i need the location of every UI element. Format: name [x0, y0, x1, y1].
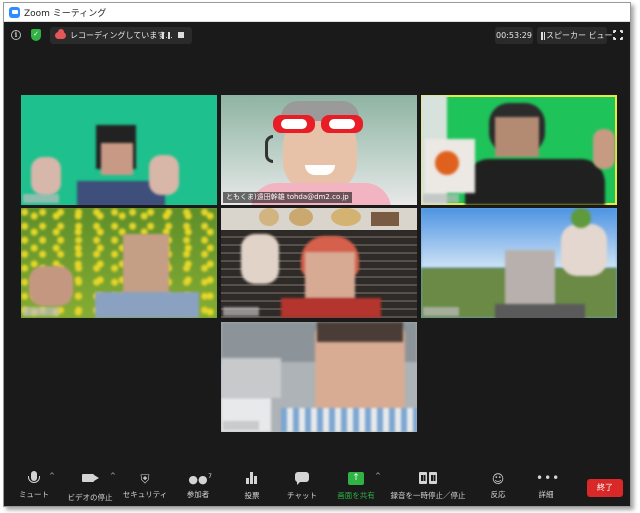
participant-name-tag [223, 421, 259, 430]
video-tile-2[interactable]: ともくま)遠田幹雄 tohda@dm2.co.jp [221, 95, 417, 205]
video-tile-1[interactable] [21, 95, 217, 205]
participant-name-tag: ともくま)遠田幹雄 tohda@dm2.co.jp [223, 192, 352, 203]
view-switch-button[interactable]: スピーカー ビュー [537, 27, 613, 44]
chat-bubble-icon [292, 472, 312, 488]
more-dots-icon: ••• [536, 471, 561, 485]
participant-name-tag [23, 194, 59, 203]
participant-name-tag [423, 194, 459, 203]
pause-stop-recording-button[interactable]: 録音を一時停止／停止 [390, 470, 466, 504]
video-camera-icon [80, 474, 100, 490]
video-tile-5[interactable] [221, 208, 417, 318]
more-label: 詳細 [538, 490, 554, 499]
recording-text: レコーディングしています... [70, 31, 173, 40]
meeting-top-bar: i ✓ レコーディングしています... 00:53:29 スピーカー ビュー [4, 22, 630, 50]
chat-button[interactable]: チャット [274, 470, 330, 504]
zoom-window: Zoom ミーティング i ✓ レコーディングしています... 00:53:29… [3, 2, 631, 507]
title-bar: Zoom ミーティング [4, 3, 630, 22]
participants-count: 7 [208, 473, 212, 480]
participant-name-tag [223, 307, 259, 316]
encryption-shield-icon[interactable]: ✓ [31, 29, 41, 41]
security-shield-icon: ⛨ [140, 472, 150, 486]
meeting-area: i ✓ レコーディングしています... 00:53:29 スピーカー ビュー と… [4, 22, 630, 506]
security-label: セキュリティ [122, 490, 168, 499]
poll-bar-chart-icon [242, 472, 262, 488]
stop-recording-icon[interactable] [178, 32, 184, 38]
view-grid-icon [541, 31, 545, 40]
meeting-toolbar: ミュート ^ ビデオの停止 ^ ⛨ セキュリティ ●● 7 参加者 投票 チャッ… [4, 466, 630, 506]
stop-video-label: ビデオの停止 [67, 493, 113, 502]
recording-controls-icon [418, 472, 438, 488]
smiley-reaction-icon: ☺ [491, 472, 505, 486]
participant-name-tag [23, 307, 59, 316]
video-tile-4[interactable] [21, 208, 217, 318]
recording-indicator: レコーディングしています... [50, 27, 192, 44]
video-tile-7[interactable] [221, 322, 417, 432]
share-screen-icon: ↑ [346, 472, 366, 488]
pause-stop-recording-label: 録音を一時停止／停止 [390, 491, 466, 500]
participants-button[interactable]: ●● 7 参加者 [170, 470, 226, 504]
more-button[interactable]: ••• 詳細 [518, 470, 574, 504]
video-tile-3-active-speaker[interactable] [421, 95, 617, 205]
video-tile-6[interactable] [421, 208, 617, 318]
window-title: Zoom ミーティング [24, 8, 107, 19]
security-button[interactable]: ⛨ セキュリティ [117, 470, 173, 504]
polling-label: 投票 [244, 491, 260, 500]
share-options-caret-icon[interactable]: ^ [375, 472, 381, 480]
info-icon[interactable]: i [11, 30, 21, 40]
fullscreen-icon[interactable] [612, 29, 624, 41]
video-options-caret-icon[interactable]: ^ [110, 472, 116, 480]
share-screen-label: 画面を共有 [337, 491, 375, 500]
microphone-icon [24, 471, 44, 487]
mute-label: ミュート [19, 490, 49, 499]
polling-button[interactable]: 投票 [224, 470, 280, 504]
audio-options-caret-icon[interactable]: ^ [49, 472, 55, 480]
participants-icon: ●● 7 [188, 471, 212, 487]
view-label: スピーカー ビュー [546, 31, 613, 40]
pause-recording-icon[interactable] [162, 32, 170, 39]
participants-label: 参加者 [186, 490, 210, 499]
end-meeting-button[interactable]: 終了 [587, 479, 623, 497]
chat-label: チャット [287, 491, 317, 500]
cloud-recording-icon [55, 29, 66, 39]
zoom-logo-icon [9, 6, 20, 18]
participant-name-tag [423, 307, 459, 316]
meeting-timer: 00:53:29 [495, 27, 533, 44]
